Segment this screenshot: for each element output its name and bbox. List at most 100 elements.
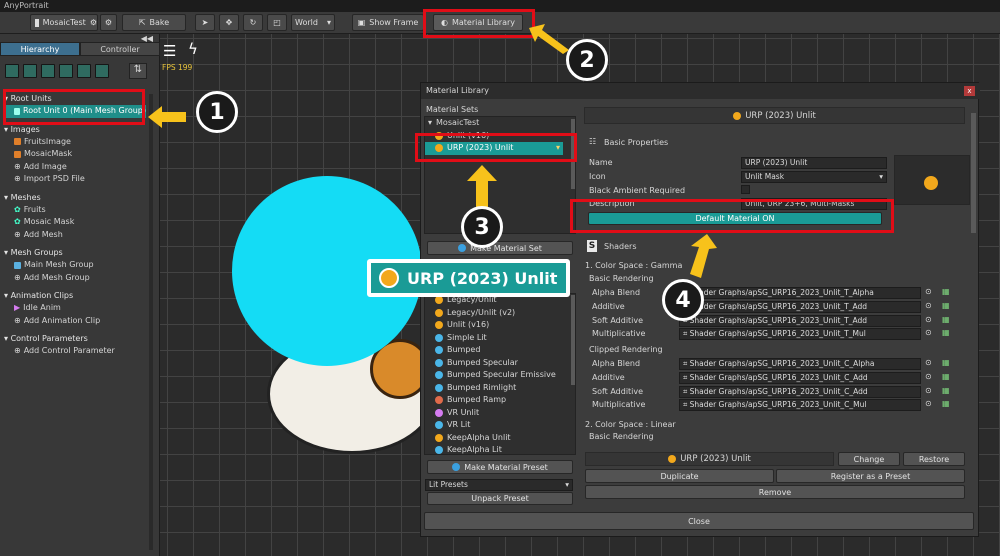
filter-group-icon[interactable] [41,64,55,78]
filter-param-icon[interactable] [77,64,91,78]
bake-icon: ⇱ [138,18,146,27]
tab-hierarchy[interactable]: Hierarchy [0,42,80,56]
image-icon[interactable]: ▦ [942,328,950,337]
list-item[interactable]: Bumped Specular [425,357,575,370]
name-label: Name [589,158,613,167]
close-icon[interactable]: x [964,86,975,96]
select-tool-button[interactable]: ➤ [195,14,215,31]
filter-image-icon[interactable] [5,64,19,78]
list-item[interactable]: Bumped Ramp [425,394,575,407]
shader-field[interactable]: ⌗ Shader Graphs/apSG_URP16_2023_Unlit_T_… [679,301,921,313]
presets-scrollbar[interactable] [571,295,575,385]
presets-list[interactable]: Legacy/Unlit Legacy/Unlit (v2) Unlit (v1… [424,293,576,455]
filter-mesh-icon[interactable] [23,64,37,78]
left-scrollbar[interactable] [149,94,153,550]
move-tool-button[interactable]: ✥ [219,14,239,31]
remove-button[interactable]: Remove [585,485,965,499]
right-scrollbar[interactable] [971,113,976,233]
tab-controller[interactable]: Controller [80,42,160,56]
preset-category-dropdown[interactable]: Lit Presets ▾ [425,479,573,491]
list-item[interactable]: ▶ Idle Anim [4,302,146,315]
image-icon[interactable]: ▦ [942,399,950,408]
target-icon[interactable]: ⊙ [925,301,932,310]
black-ambient-checkbox[interactable] [741,185,750,194]
section-control-parameters[interactable]: ▾ Control Parameters [4,332,146,345]
target-icon[interactable]: ⊙ [925,315,932,324]
shader-field[interactable]: ⌗ Shader Graphs/apSG_URP16_2023_Unlit_T_… [679,287,921,299]
lightning-icon[interactable]: ϟ [188,40,198,58]
target-icon[interactable]: ⊙ [925,358,932,367]
name-field[interactable]: URP (2023) Unlit [741,157,887,169]
list-item[interactable]: ✿ Mosaic Mask [4,216,146,229]
register-preset-button[interactable]: Register as a Preset [776,469,965,483]
shader-field[interactable]: ⌗ Shader Graphs/apSG_URP16_2023_Unlit_T_… [679,328,921,340]
list-item[interactable]: ▾ MosaicTest [425,117,575,130]
icon-dropdown[interactable]: Unlit Mask ▾ [741,171,887,183]
list-item[interactable]: Bumped Rimlight [425,382,575,395]
list-item[interactable]: Bumped Specular Emissive [425,369,575,382]
shader-row-label: Multiplicative [592,400,646,409]
make-material-set-button[interactable]: Make Material Set [427,241,573,255]
target-icon[interactable]: ⊙ [925,328,932,337]
bake-button[interactable]: ⇱ Bake [122,14,186,31]
scale-tool-button[interactable]: ◰ [267,14,287,31]
space-dropdown[interactable]: World ▾ [291,14,335,31]
list-item[interactable]: MosaicMask [4,148,146,161]
shader-field[interactable]: ⌗ Shader Graphs/apSG_URP16_2023_Unlit_T_… [679,315,921,327]
filter-bone-icon[interactable] [95,64,109,78]
duplicate-button[interactable]: Duplicate [585,469,774,483]
shader-field[interactable]: ⌗ Shader Graphs/apSG_URP16_2023_Unlit_C_… [679,399,921,411]
shader-field[interactable]: ⌗ Shader Graphs/apSG_URP16_2023_Unlit_C_… [679,358,921,370]
list-item[interactable]: ⊕ Import PSD File [4,173,146,186]
list-item[interactable]: Simple Lit [425,332,575,345]
filter-anim-icon[interactable] [59,64,73,78]
image-icon[interactable]: ▦ [942,287,950,296]
shader-field[interactable]: ⌗ Shader Graphs/apSG_URP16_2023_Unlit_C_… [679,386,921,398]
list-item[interactable]: ⊕ Add Control Parameter [4,345,146,358]
image-icon[interactable]: ▦ [942,315,950,324]
target-icon[interactable]: ⊙ [925,386,932,395]
section-animation-clips[interactable]: ▾ Animation Clips [4,289,146,302]
target-icon[interactable]: ⊙ [925,287,932,296]
list-item[interactable]: VR Lit [425,419,575,432]
image-icon[interactable]: ▦ [942,358,950,367]
list-item[interactable]: Bumped [425,344,575,357]
show-frame-button[interactable]: ▣ Show Frame [352,14,424,31]
restore-button[interactable]: Restore [903,452,965,466]
sort-button[interactable]: ⇅ [129,63,147,79]
menu-icon[interactable]: ☰ [163,42,176,60]
list-item[interactable]: ⊕ Add Mesh [4,229,146,242]
list-item[interactable]: Unlit (v16) [425,319,575,332]
change-button[interactable]: Change [838,452,900,466]
gear-button[interactable]: ⚙ [100,14,117,31]
list-item[interactable]: ✿ Fruits [4,204,146,217]
unpack-preset-button[interactable]: Unpack Preset [427,492,573,505]
section-mesh-groups[interactable]: ▾ Mesh Groups [4,246,146,259]
image-icon[interactable]: ▦ [942,372,950,381]
project-selector[interactable]: MosaicTest ⚙ [30,14,98,31]
target-icon[interactable]: ⊙ [925,372,932,381]
preset-icon [435,383,443,392]
image-icon[interactable]: ▦ [942,386,950,395]
list-item[interactable]: KeepAlpha Lit [425,444,575,454]
target-icon[interactable]: ⊙ [925,399,932,408]
image-icon[interactable]: ▦ [942,301,950,310]
shader-icon: S [587,240,597,252]
list-item[interactable]: ⊕ Add Animation Clip [4,315,146,328]
zoomed-selection-callout: URP (2023) Unlit [367,259,570,297]
rotate-tool-button[interactable]: ↻ [243,14,263,31]
list-item[interactable]: KeepAlpha Unlit [425,432,575,445]
list-item[interactable]: ⊕ Add Mesh Group [4,272,146,285]
make-material-preset-button[interactable]: Make Material Preset [427,460,573,474]
list-item[interactable]: FruitsImage [4,136,146,149]
list-item[interactable]: VR Unlit [425,407,575,420]
preset-icon [435,346,443,355]
list-item[interactable]: Legacy/Unlit (v2) [425,307,575,320]
shader-field[interactable]: ⌗ Shader Graphs/apSG_URP16_2023_Unlit_C_… [679,372,921,384]
close-button[interactable]: Close [424,512,974,530]
preset-icon [435,408,443,417]
list-item[interactable]: ⊕ Add Image [4,161,146,174]
section-meshes[interactable]: ▾ Meshes [4,191,146,204]
list-item[interactable]: Main Mesh Group [4,259,146,272]
add-icon: ⊕ [14,272,21,282]
